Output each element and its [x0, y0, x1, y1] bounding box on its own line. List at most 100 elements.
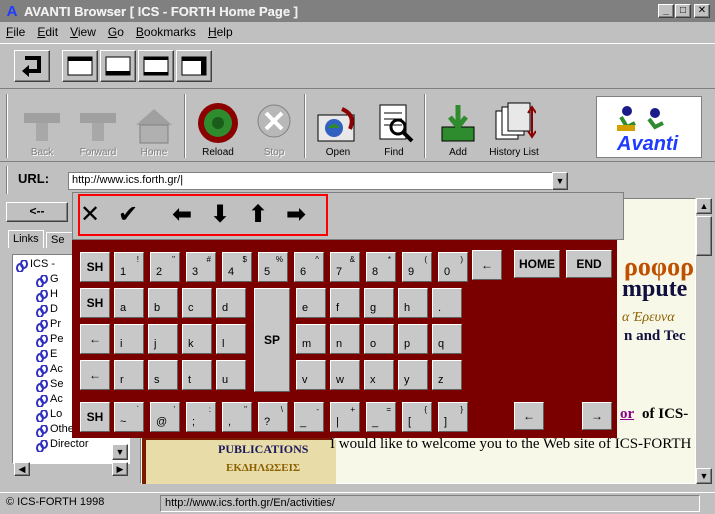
tree-scroll-left[interactable]: ◀ [14, 462, 30, 476]
key-.[interactable]: . [432, 288, 462, 318]
key-symbol[interactable]: ;: [186, 402, 216, 432]
key-h[interactable]: h [398, 288, 428, 318]
key-symbol[interactable]: _ - [294, 402, 324, 432]
back-button[interactable]: Back [14, 90, 70, 160]
key-w[interactable]: w [330, 360, 360, 390]
side-back-button[interactable]: <-- [6, 202, 68, 222]
key-4[interactable]: 4 $ [222, 252, 252, 282]
stop-button[interactable]: Stop [246, 90, 302, 160]
space-key[interactable]: SP [254, 288, 290, 392]
key-p[interactable]: p [398, 324, 428, 354]
key-7[interactable]: 7 & [330, 252, 360, 282]
key-i[interactable]: i [114, 324, 144, 354]
key-s[interactable]: s [148, 360, 178, 390]
key-symbol[interactable]: | + [330, 402, 360, 432]
key-f[interactable]: f [330, 288, 360, 318]
history-list-button[interactable]: History List [486, 90, 542, 160]
arrow-down-icon[interactable]: ⬇ [210, 200, 230, 229]
tab-links[interactable]: Links [8, 230, 44, 248]
key-x[interactable]: x [364, 360, 394, 390]
director-link[interactable]: or [620, 406, 634, 423]
key-e[interactable]: e [296, 288, 326, 318]
open-button[interactable]: Open [310, 90, 366, 160]
key-symbol[interactable]: [{ [402, 402, 432, 432]
key-l[interactable]: l [216, 324, 246, 354]
key-d[interactable]: d [216, 288, 246, 318]
cursor-right-key[interactable]: → [582, 402, 612, 430]
key-5[interactable]: 5% [258, 252, 288, 282]
shift-key[interactable]: SH [80, 402, 110, 432]
key-b[interactable]: b [148, 288, 178, 318]
forward-button[interactable]: Forward [70, 90, 126, 160]
menu-view[interactable]: View [64, 25, 102, 39]
key-z[interactable]: z [432, 360, 462, 390]
key-6[interactable]: 6 ^ [294, 252, 324, 282]
cancel-icon[interactable]: ✕ [80, 200, 100, 229]
confirm-icon[interactable]: ✔ [118, 200, 138, 229]
events-greek-link[interactable]: ΕΚΔΗΛΩΣΕΙΣ [226, 462, 300, 474]
key-symbol[interactable]: _ = [366, 402, 396, 432]
key-q[interactable]: q [432, 324, 462, 354]
key-o[interactable]: o [364, 324, 394, 354]
arrow-up-icon[interactable]: ⬆ [248, 200, 268, 229]
tree-item[interactable]: Director [50, 438, 89, 450]
page-scroll-up[interactable]: ▲ [696, 198, 712, 214]
arrow-right-icon[interactable]: ➡ [286, 200, 306, 229]
reload-button[interactable]: Reload [190, 90, 246, 160]
menu-file[interactable]: File [0, 25, 31, 39]
key-8[interactable]: 8 * [366, 252, 396, 282]
menu-bookmarks[interactable]: Bookmarks [130, 25, 202, 39]
key-r[interactable]: r [114, 360, 144, 390]
key-2[interactable]: 2 " [150, 252, 180, 282]
tree-item[interactable]: ICS - [30, 258, 55, 270]
backspace-key[interactable]: ← [80, 324, 110, 354]
layout-button-3[interactable] [138, 50, 174, 82]
url-dropdown-button[interactable]: ▼ [552, 172, 568, 190]
tree-item[interactable]: Pe [50, 333, 63, 345]
key-v[interactable]: v [296, 360, 326, 390]
return-button[interactable] [14, 50, 50, 82]
page-scroll-thumb[interactable] [696, 216, 712, 256]
tree-scroll-down[interactable]: ▼ [112, 444, 128, 460]
key-symbol[interactable]: ~ ` [114, 402, 144, 432]
backspace-key[interactable]: ← [472, 250, 502, 280]
home-key[interactable]: HOME [514, 250, 560, 278]
tree-item[interactable]: Se [50, 378, 63, 390]
tree-item[interactable]: Pr [50, 318, 61, 330]
key-u[interactable]: u [216, 360, 246, 390]
key-0[interactable]: 0) [438, 252, 468, 282]
backspace-key[interactable]: ← [80, 360, 110, 390]
url-input[interactable]: http://www.ics.forth.gr/| [68, 172, 568, 190]
tree-scroll-right[interactable]: ▶ [112, 462, 128, 476]
key-1[interactable]: 1! [114, 252, 144, 282]
menu-go[interactable]: Go [102, 25, 130, 39]
arrow-left-icon[interactable]: ⬅ [172, 200, 192, 229]
menu-edit[interactable]: Edit [31, 25, 64, 39]
key-j[interactable]: j [148, 324, 178, 354]
layout-button-1[interactable] [62, 50, 98, 82]
find-button[interactable]: Find [366, 90, 422, 160]
key-3[interactable]: 3 # [186, 252, 216, 282]
end-key[interactable]: END [566, 250, 612, 278]
tree-item[interactable]: Ac [50, 363, 63, 375]
shift-key[interactable]: SH [80, 252, 110, 282]
key-n[interactable]: n [330, 324, 360, 354]
tree-item[interactable]: E [50, 348, 57, 360]
add-button[interactable]: Add [430, 90, 486, 160]
minimize-button[interactable]: _ [658, 4, 674, 18]
page-scroll-down[interactable]: ▼ [696, 468, 712, 484]
layout-button-4[interactable] [176, 50, 212, 82]
tree-item[interactable]: Lo [50, 408, 62, 420]
close-button[interactable]: ✕ [694, 4, 710, 18]
key-y[interactable]: y [398, 360, 428, 390]
key-symbol[interactable]: ]} [438, 402, 468, 432]
key-c[interactable]: c [182, 288, 212, 318]
tree-item[interactable]: Ac [50, 393, 63, 405]
key-m[interactable]: m [296, 324, 326, 354]
maximize-button[interactable]: □ [675, 4, 691, 18]
key-9[interactable]: 9( [402, 252, 432, 282]
shift-key[interactable]: SH [80, 288, 110, 318]
key-symbol[interactable]: , " [222, 402, 252, 432]
key-a[interactable]: a [114, 288, 144, 318]
home-button[interactable]: Home [126, 90, 182, 160]
